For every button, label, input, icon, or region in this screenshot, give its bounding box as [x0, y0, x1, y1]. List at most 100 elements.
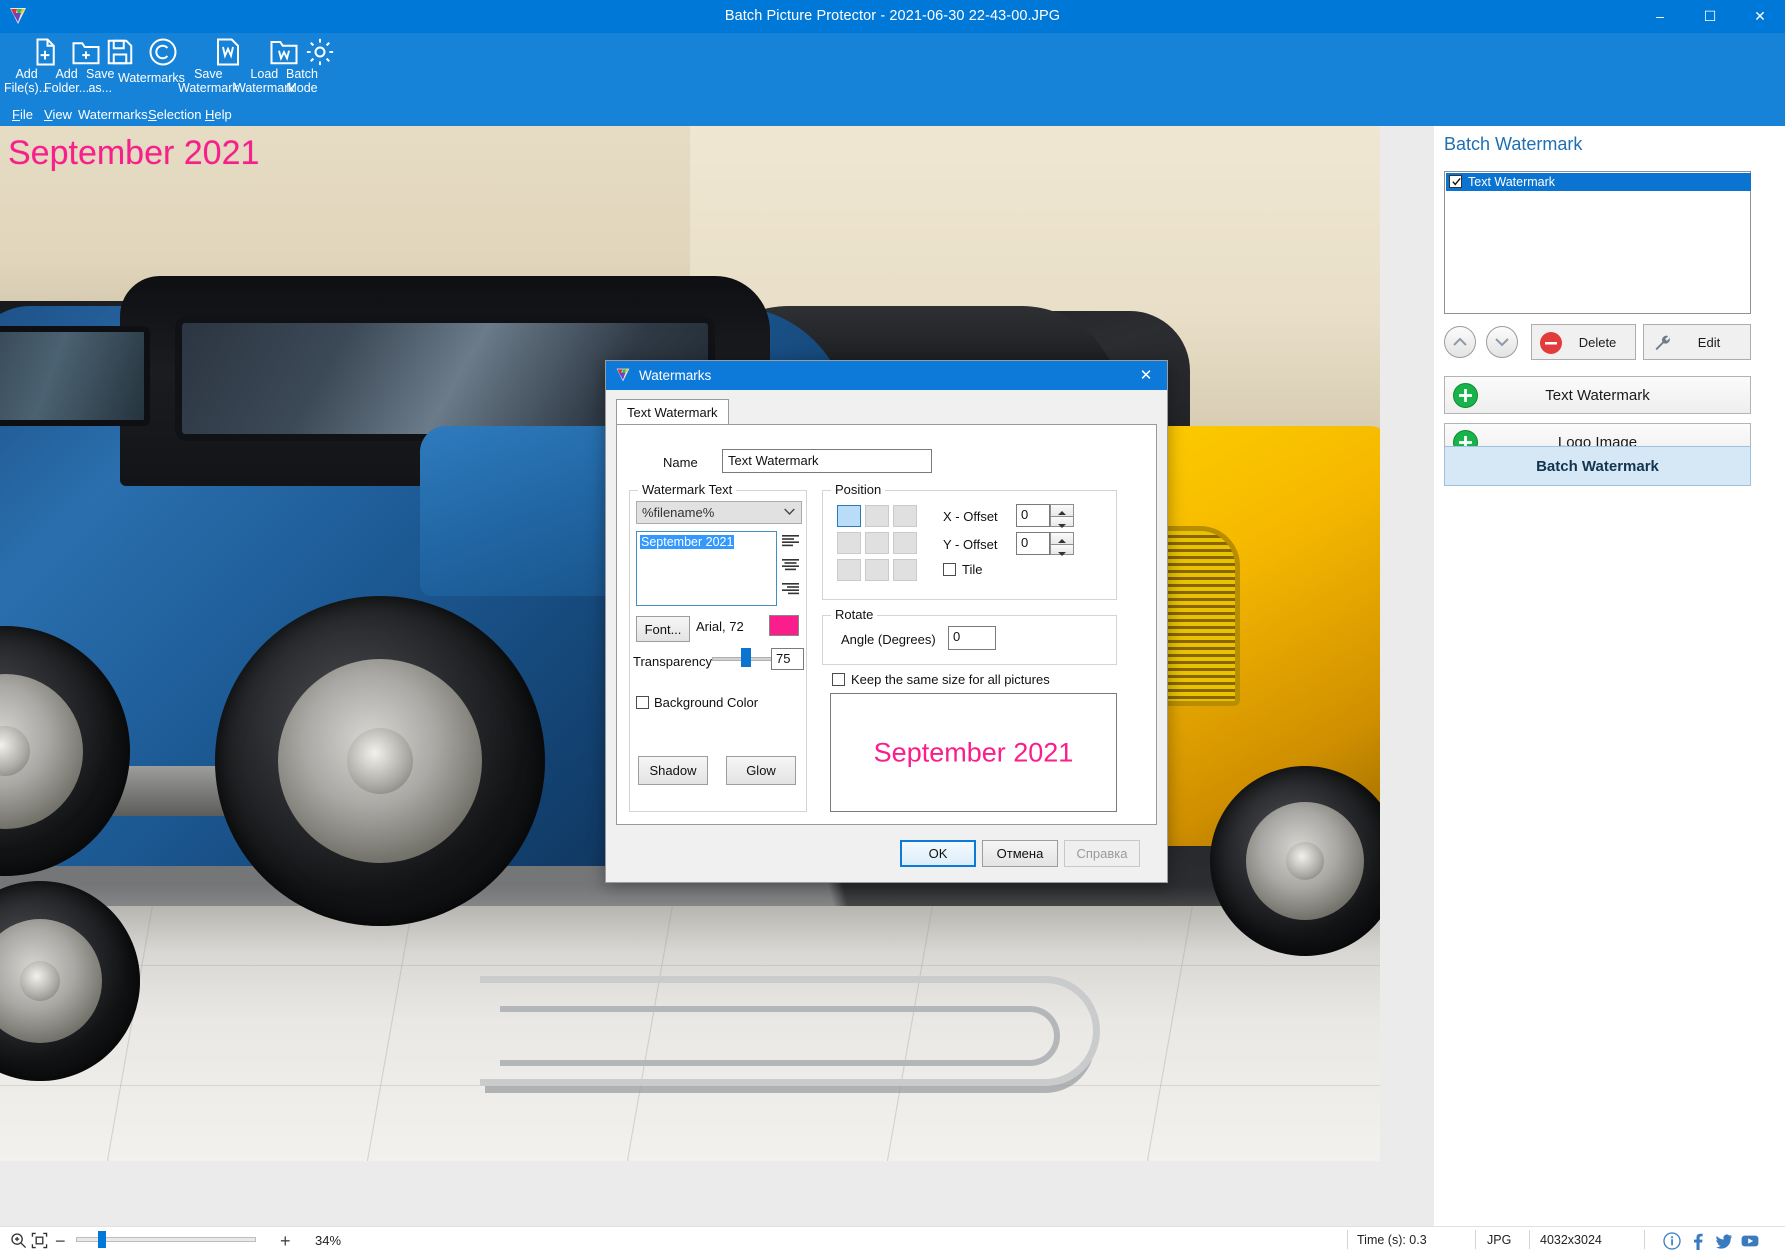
- menu-item-selection[interactable]: Selection: [148, 104, 201, 126]
- x-offset-spinner-up[interactable]: [1050, 504, 1074, 516]
- youtube-icon[interactable]: [1741, 1232, 1759, 1250]
- x-offset-spinner-down[interactable]: [1050, 516, 1074, 528]
- position-cell-top-right[interactable]: [893, 505, 917, 527]
- font-button[interactable]: Font...: [636, 616, 690, 642]
- watermark-text-group: Watermark Text %filename% September 2021: [629, 482, 807, 812]
- zoom-level-label: 34%: [315, 1233, 342, 1248]
- title-bar: Batch Picture Protector - 2021-06-30 22-…: [0, 0, 1785, 33]
- position-cell-middle-left[interactable]: [837, 532, 861, 554]
- minus-icon: [1545, 342, 1557, 345]
- watermark-text-group-label: Watermark Text: [638, 482, 737, 497]
- photo-car-dark-window: [0, 326, 150, 426]
- toolbar-label: Watermarks: [118, 71, 185, 85]
- position-cell-top-center[interactable]: [865, 505, 889, 527]
- move-up-button[interactable]: [1444, 326, 1476, 358]
- minimize-button[interactable]: –: [1635, 0, 1685, 33]
- angle-input[interactable]: 0: [948, 626, 996, 650]
- status-dimensions: 4032x3024: [1540, 1233, 1602, 1247]
- maximize-button[interactable]: ☐: [1685, 0, 1735, 33]
- align-center-icon[interactable]: [782, 559, 799, 572]
- toolbar-label: Save Watermark: [178, 67, 239, 95]
- menu-item-help[interactable]: Help: [205, 104, 232, 126]
- info-icon[interactable]: [1663, 1232, 1681, 1250]
- list-item-checkbox[interactable]: [1449, 175, 1462, 188]
- menu-item-watermarks[interactable]: Watermarks: [78, 104, 148, 126]
- position-cell-bottom-left[interactable]: [837, 559, 861, 581]
- toolbar-button-batch-mode[interactable]: Batch Mode: [286, 33, 354, 108]
- y-offset-label: Y - Offset: [943, 537, 998, 552]
- zoom-out-button[interactable]: −: [55, 1231, 66, 1252]
- position-cell-top-left[interactable]: [837, 505, 861, 527]
- transparency-slider-thumb[interactable]: [741, 648, 751, 667]
- dialog-close-button[interactable]: ✕: [1125, 361, 1167, 390]
- keep-same-size-checkbox[interactable]: [832, 673, 845, 686]
- toolbar-label: Add File(s)...: [4, 67, 50, 95]
- batch-watermark-panel: Batch Watermark Text Watermark Delete Ed…: [1434, 126, 1785, 1226]
- move-up-icon: [1453, 337, 1467, 346]
- tab-text-watermark[interactable]: Text Watermark: [616, 399, 729, 425]
- facebook-icon[interactable]: [1689, 1232, 1707, 1250]
- font-value-label: Arial, 72: [696, 619, 744, 634]
- background-color-checkbox[interactable]: [636, 696, 649, 709]
- fit-screen-icon[interactable]: [31, 1232, 48, 1249]
- rotate-group-label: Rotate: [831, 607, 878, 622]
- background-color-label: Background Color: [654, 695, 759, 710]
- list-item[interactable]: Text Watermark: [1446, 173, 1751, 191]
- align-left-icon[interactable]: [782, 535, 799, 548]
- watermark-text-memo[interactable]: September 2021: [636, 531, 777, 606]
- x-offset-label: X - Offset: [943, 509, 998, 524]
- zoom-slider-thumb[interactable]: [98, 1231, 106, 1248]
- position-cell-bottom-center[interactable]: [865, 559, 889, 581]
- add-text-watermark-button[interactable]: Text Watermark: [1444, 376, 1751, 414]
- move-down-button[interactable]: [1486, 326, 1518, 358]
- angle-label: Angle (Degrees): [841, 632, 936, 647]
- magnifier-icon[interactable]: [10, 1232, 27, 1249]
- tab-page-text-watermark: Name Text Watermark Watermark Text %file…: [616, 424, 1157, 825]
- watermark-text-selection: September 2021: [640, 535, 735, 549]
- status-bar: [0, 1226, 1785, 1255]
- tile-checkbox[interactable]: [943, 563, 956, 576]
- macro-combo[interactable]: %filename%: [636, 501, 802, 524]
- tile-label: Tile: [962, 562, 983, 577]
- rotate-group: Rotate Angle (Degrees) 0: [822, 607, 1117, 665]
- help-button: Справка: [1064, 840, 1140, 867]
- plus-icon: [1459, 389, 1472, 402]
- cancel-button[interactable]: Отмена: [982, 840, 1058, 867]
- name-label: Name: [663, 455, 698, 470]
- edit-button[interactable]: Edit: [1643, 324, 1751, 360]
- menu-item-file[interactable]: File: [12, 104, 33, 126]
- keep-same-size-label: Keep the same size for all pictures: [851, 672, 1050, 687]
- status-time: Time (s): 0.3: [1357, 1233, 1427, 1247]
- x-offset-input[interactable]: 0: [1016, 504, 1050, 527]
- y-offset-spinner-down[interactable]: [1050, 544, 1074, 556]
- position-cell-bottom-right[interactable]: [893, 559, 917, 581]
- transparency-input[interactable]: 75: [771, 648, 804, 670]
- twitter-icon[interactable]: [1715, 1232, 1733, 1250]
- watermarks-dialog: Watermarks ✕ Text Watermark Name Text Wa…: [605, 360, 1168, 883]
- chevron-down-icon: [1058, 524, 1066, 528]
- position-group-label: Position: [831, 482, 886, 497]
- shadow-button[interactable]: Shadow: [638, 756, 708, 785]
- preview-text: September 2021: [873, 737, 1074, 767]
- close-button[interactable]: ✕: [1735, 0, 1785, 33]
- watermark-list[interactable]: Text Watermark: [1444, 171, 1751, 314]
- edit-label: Edit: [1697, 334, 1721, 350]
- y-offset-input[interactable]: 0: [1016, 532, 1050, 555]
- position-cell-middle-center[interactable]: [865, 532, 889, 554]
- delete-button[interactable]: Delete: [1531, 324, 1636, 360]
- menu-item-view[interactable]: View: [44, 104, 72, 126]
- photo-bumper-lower: [500, 1006, 1060, 1066]
- ok-button[interactable]: OK: [900, 840, 976, 867]
- font-color-swatch[interactable]: [769, 615, 799, 636]
- transparency-label: Transparency: [633, 654, 712, 669]
- batch-watermark-button[interactable]: Batch Watermark: [1444, 446, 1751, 486]
- position-cell-middle-right[interactable]: [893, 532, 917, 554]
- y-offset-spinner-up[interactable]: [1050, 532, 1074, 544]
- align-right-icon[interactable]: [782, 583, 799, 596]
- zoom-in-button[interactable]: +: [280, 1231, 291, 1252]
- name-input[interactable]: Text Watermark: [722, 449, 932, 473]
- copyright-icon: [149, 38, 177, 66]
- status-format: JPG: [1487, 1233, 1512, 1247]
- watermark-preview: September 2021: [830, 693, 1117, 812]
- glow-button[interactable]: Glow: [726, 756, 796, 785]
